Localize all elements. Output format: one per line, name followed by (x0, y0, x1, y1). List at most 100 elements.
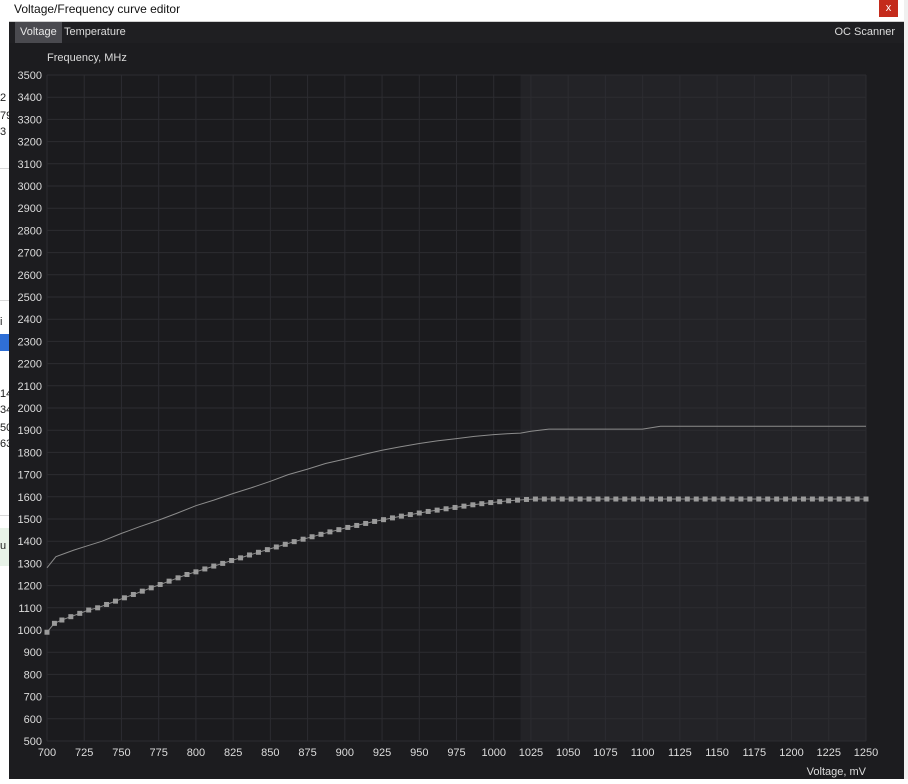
curve-point-handle[interactable] (300, 536, 306, 542)
curve-point-handle[interactable] (595, 496, 601, 502)
curve-point-handle[interactable] (157, 581, 163, 587)
curve-point-handle[interactable] (229, 558, 235, 564)
curve-point-handle[interactable] (175, 575, 181, 581)
curve-point-handle[interactable] (541, 496, 547, 502)
curve-point-handle[interactable] (675, 496, 681, 502)
curve-point-handle[interactable] (577, 496, 583, 502)
curve-point-handle[interactable] (568, 496, 574, 502)
curve-point-handle[interactable] (836, 496, 842, 502)
curve-point-handle[interactable] (666, 496, 672, 502)
curve-point-handle[interactable] (550, 496, 556, 502)
curve-point-handle[interactable] (44, 629, 50, 635)
curve-point-handle[interactable] (684, 496, 690, 502)
curve-point-handle[interactable] (86, 607, 92, 613)
curve-point-handle[interactable] (336, 527, 342, 533)
curve-point-handle[interactable] (381, 517, 387, 523)
curve-point-handle[interactable] (416, 510, 422, 516)
tab-temperature[interactable]: Temperature (59, 22, 131, 43)
curve-point-handle[interactable] (255, 549, 261, 555)
curve-point-handle[interactable] (264, 547, 270, 553)
curve-point-handle[interactable] (51, 620, 57, 626)
curve-point-handle[interactable] (523, 496, 529, 502)
curve-point-handle[interactable] (291, 539, 297, 545)
curve-point-handle[interactable] (809, 496, 815, 502)
curve-point-handle[interactable] (622, 496, 628, 502)
curve-point-handle[interactable] (443, 506, 449, 512)
curve-point-handle[interactable] (238, 555, 244, 561)
curve-point-handle[interactable] (434, 507, 440, 513)
curve-point-handle[interactable] (184, 572, 190, 577)
curve-point-handle[interactable] (211, 563, 217, 569)
curve-point-handle[interactable] (649, 496, 655, 502)
curve-point-handle[interactable] (372, 518, 378, 524)
curve-point-handle[interactable] (398, 513, 404, 519)
curve-point-handle[interactable] (747, 496, 753, 502)
curve-point-handle[interactable] (327, 529, 333, 535)
curve-point-handle[interactable] (130, 591, 136, 597)
curve-point-handle[interactable] (800, 496, 806, 502)
curve-point-handle[interactable] (309, 534, 315, 540)
curve-point-handle[interactable] (345, 524, 351, 530)
curve-point-handle[interactable] (318, 531, 324, 537)
curve-point-handle[interactable] (559, 496, 565, 502)
curve-point-handle[interactable] (738, 496, 744, 502)
curve-point-handle[interactable] (756, 496, 762, 502)
curve-point-handle[interactable] (613, 496, 619, 502)
curve-point-handle[interactable] (604, 496, 610, 502)
curve-point-handle[interactable] (121, 595, 127, 601)
title-bar[interactable]: Voltage/Frequency curve editor x (9, 0, 904, 22)
curve-point-handle[interactable] (532, 496, 538, 502)
curve-point-handle[interactable] (720, 496, 726, 502)
curve-point-handle[interactable] (693, 496, 699, 502)
curve-point-handle[interactable] (658, 496, 664, 502)
curve-point-handle[interactable] (845, 496, 851, 502)
curve-point-handle[interactable] (77, 610, 83, 616)
curve-point-handle[interactable] (497, 499, 503, 505)
curve-point-handle[interactable] (220, 560, 226, 566)
curve-point-handle[interactable] (711, 496, 717, 502)
curve-point-handle[interactable] (765, 496, 771, 502)
curve-point-handle[interactable] (354, 522, 360, 528)
curve-point-handle[interactable] (193, 569, 199, 575)
curve-point-handle[interactable] (729, 496, 735, 502)
curve-point-handle[interactable] (827, 496, 833, 502)
curve-point-handle[interactable] (166, 578, 172, 584)
curve-point-handle[interactable] (640, 496, 646, 502)
curve-point-handle[interactable] (515, 497, 521, 503)
curve-point-handle[interactable] (112, 598, 118, 604)
curve-point-handle[interactable] (854, 496, 860, 502)
curve-point-handle[interactable] (104, 601, 110, 607)
curve-point-handle[interactable] (139, 588, 145, 594)
close-button[interactable]: x (879, 0, 898, 17)
curve-point-handle[interactable] (148, 585, 154, 591)
curve-point-handle[interactable] (273, 544, 279, 550)
curve-point-handle[interactable] (863, 496, 869, 502)
curve-point-handle[interactable] (407, 512, 413, 518)
curve-point-handle[interactable] (389, 515, 395, 521)
curve-point-handle[interactable] (792, 496, 798, 502)
curve-point-handle[interactable] (506, 498, 512, 504)
curve-point-handle[interactable] (818, 496, 824, 502)
curve-point-handle[interactable] (425, 508, 431, 514)
curve-point-handle[interactable] (702, 496, 708, 502)
curve-point-handle[interactable] (586, 496, 592, 502)
curve-point-handle[interactable] (95, 605, 101, 611)
curve-point-handle[interactable] (631, 496, 637, 502)
curve-point-handle[interactable] (247, 552, 253, 558)
y-tick-label: 3500 (18, 70, 42, 82)
curve-point-handle[interactable] (783, 496, 789, 502)
curve-point-handle[interactable] (363, 520, 369, 526)
curve-point-handle[interactable] (774, 496, 780, 502)
curve-point-handle[interactable] (461, 503, 467, 509)
tab-voltage[interactable]: Voltage (15, 22, 62, 43)
vf-curve-chart[interactable]: 5006007008009001000110012001300140015001… (9, 43, 904, 779)
curve-point-handle[interactable] (202, 566, 208, 572)
curve-point-handle[interactable] (470, 502, 476, 508)
curve-point-handle[interactable] (68, 614, 74, 620)
curve-point-handle[interactable] (282, 541, 288, 547)
curve-point-handle[interactable] (488, 500, 494, 506)
oc-scanner-button[interactable]: OC Scanner (834, 22, 895, 43)
curve-point-handle[interactable] (452, 504, 458, 510)
curve-point-handle[interactable] (59, 617, 65, 623)
curve-point-handle[interactable] (479, 501, 485, 507)
